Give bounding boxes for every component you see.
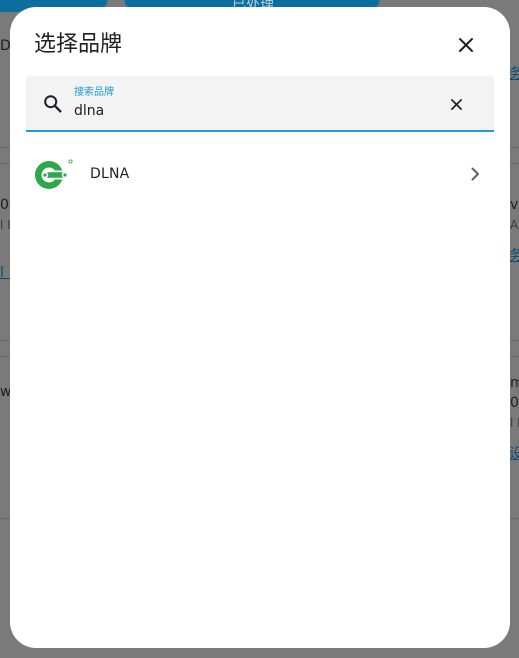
- close-button[interactable]: [450, 29, 482, 61]
- background-fragment: 00: [510, 395, 519, 411]
- background-fragment: 设: [509, 446, 519, 462]
- close-icon: [459, 38, 473, 52]
- brand-name: DLNA: [90, 166, 130, 182]
- select-brand-dialog: 选择品牌 搜索品牌 DLNA: [10, 7, 510, 648]
- background-fragment: 务: [509, 66, 519, 82]
- dialog-title: 选择品牌: [34, 32, 123, 57]
- brand-list-item[interactable]: DLNA: [10, 150, 510, 200]
- search-field[interactable]: 搜索品牌: [26, 76, 494, 132]
- chevron-right-icon: [471, 167, 479, 181]
- search-icon: [44, 95, 62, 113]
- background-fragment: mi: [510, 375, 519, 391]
- dlna-logo: [35, 159, 73, 189]
- clear-icon: [450, 98, 462, 110]
- background-fragment: A: [510, 218, 519, 232]
- clear-search-button[interactable]: [444, 92, 468, 116]
- search-input[interactable]: [74, 101, 434, 121]
- search-label: 搜索品牌: [74, 87, 114, 98]
- background-fragment: v: [510, 197, 519, 213]
- background-fragment: 务: [509, 248, 519, 264]
- background-fragment: l I: [510, 416, 519, 430]
